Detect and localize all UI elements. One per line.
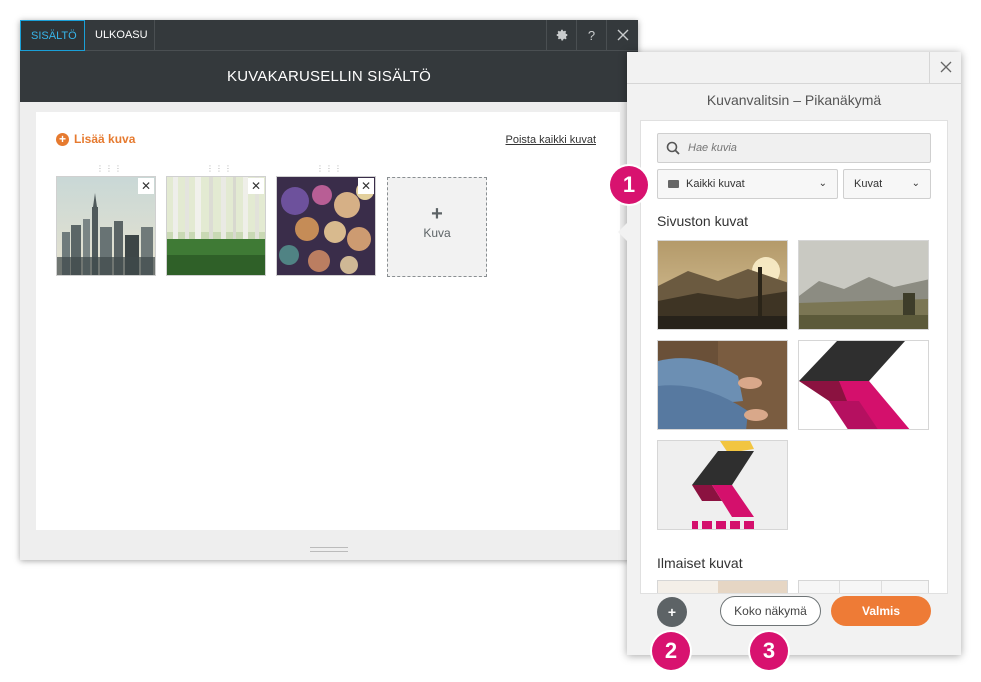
type-select[interactable]: Kuvat ⌄: [843, 169, 931, 199]
settings-button[interactable]: [546, 20, 576, 51]
help-icon: ?: [587, 28, 596, 43]
remove-all-images-link[interactable]: Poista kaikki kuvat: [506, 134, 596, 146]
tab-layout[interactable]: ULKOASU: [85, 20, 155, 51]
section-heading-free-images: Ilmaiset kuvat: [657, 555, 743, 571]
editor-close-button[interactable]: [606, 20, 638, 51]
carousel-thumbnail[interactable]: ⋮⋮⋮ ✕: [56, 165, 156, 276]
gear-icon: [556, 29, 568, 41]
add-image-label: Lisää kuva: [74, 132, 136, 146]
callout-badge-2: 2: [652, 632, 690, 670]
carousel-editor-window: SISÄLTÖ ULKOASU ? KUVAKARUSELLIN SISÄLTÖ…: [20, 20, 638, 560]
full-view-button[interactable]: Koko näkymä: [720, 596, 821, 626]
site-image-logo-k[interactable]: [798, 340, 929, 430]
thumbnail-image-city: ✕: [56, 176, 156, 276]
close-icon: [940, 61, 951, 73]
search-icon: [666, 141, 680, 155]
site-image-valley[interactable]: [798, 240, 929, 330]
upload-image-button[interactable]: +: [657, 597, 687, 627]
drag-handle-icon[interactable]: ⋮⋮⋮: [316, 165, 342, 173]
type-select-value: Kuvat: [854, 178, 883, 190]
help-button[interactable]: ?: [576, 20, 606, 51]
remove-thumbnail-icon[interactable]: ✕: [358, 178, 374, 194]
editor-tab-bar: SISÄLTÖ ULKOASU ?: [20, 20, 638, 51]
site-image-jeans[interactable]: [657, 340, 788, 430]
plus-icon: +: [431, 203, 443, 225]
folder-icon: [668, 180, 679, 188]
plus-icon: +: [667, 604, 677, 620]
search-input[interactable]: [688, 142, 908, 154]
add-image-link[interactable]: + Lisää kuva: [56, 132, 135, 146]
free-image[interactable]: [798, 580, 929, 593]
drag-handle-icon[interactable]: ⋮⋮⋮: [96, 165, 122, 173]
chevron-down-icon: ⌄: [818, 178, 827, 189]
thumbnail-image-forest: ✕: [166, 176, 266, 276]
picker-image-list[interactable]: Kaikki kuvat ⌄ Kuvat ⌄ Sivuston kuvat: [640, 120, 948, 594]
callout-badge-1: 1: [610, 166, 648, 204]
add-image-tile[interactable]: + Kuva: [387, 177, 487, 277]
remove-thumbnail-icon[interactable]: ✕: [138, 178, 154, 194]
editor-content-panel: + Lisää kuva Poista kaikki kuvat ⋮⋮⋮ ✕ ⋮…: [36, 112, 620, 530]
carousel-thumbnail[interactable]: ⋮⋮⋮ ✕: [276, 165, 376, 276]
editor-title: KUVAKARUSELLIN SISÄLTÖ: [20, 51, 638, 102]
free-image[interactable]: [657, 580, 788, 593]
thumbnail-image-bokeh: ✕: [276, 176, 376, 276]
image-picker-panel: Kuvanvalitsin – Pikanäkymä Kaikki kuvat …: [618, 52, 961, 655]
close-icon: [617, 29, 628, 41]
carousel-thumbnail[interactable]: ⋮⋮⋮ ✕: [166, 165, 266, 276]
divider: [627, 83, 961, 84]
site-image-logo-k-vertical[interactable]: [657, 440, 788, 530]
chevron-down-icon: ⌄: [911, 178, 920, 189]
tab-content[interactable]: SISÄLTÖ: [20, 20, 85, 51]
add-tile-label: Kuva: [423, 226, 451, 240]
picker-close-button[interactable]: [929, 52, 961, 83]
section-heading-site-images: Sivuston kuvat: [657, 213, 749, 229]
callout-badge-3: 3: [750, 632, 788, 670]
folder-select-value: Kaikki kuvat: [686, 178, 745, 190]
folder-select[interactable]: Kaikki kuvat ⌄: [657, 169, 838, 199]
site-image-mountain-sunset[interactable]: [657, 240, 788, 330]
picker-pointer-arrow: [618, 223, 627, 241]
add-circle-icon: +: [56, 132, 69, 146]
image-search-box[interactable]: [657, 133, 931, 163]
done-button[interactable]: Valmis: [831, 596, 931, 626]
drag-handle-icon[interactable]: ⋮⋮⋮: [206, 165, 232, 173]
screenshot-stage: SISÄLTÖ ULKOASU ? KUVAKARUSELLIN SISÄLTÖ…: [0, 0, 981, 682]
remove-thumbnail-icon[interactable]: ✕: [248, 178, 264, 194]
picker-title: Kuvanvalitsin – Pikanäkymä: [706, 92, 882, 108]
resize-handle[interactable]: [310, 547, 348, 552]
